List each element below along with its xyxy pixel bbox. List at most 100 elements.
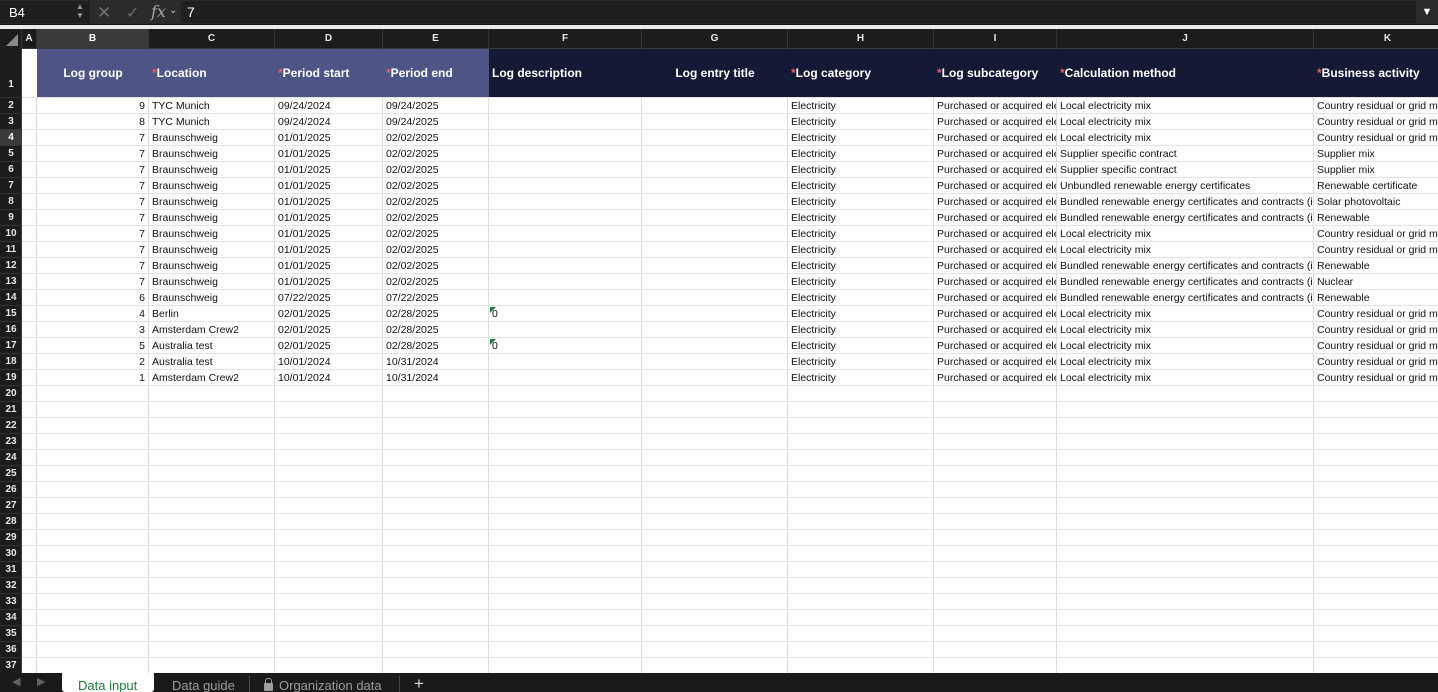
cell-end[interactable]: 02/02/2025 — [383, 274, 488, 290]
error-indicator-icon[interactable] — [490, 339, 496, 345]
cell-method[interactable]: Bundled renewable energy certificates an… — [1057, 194, 1313, 210]
cell-end[interactable]: 02/28/2025 — [383, 322, 488, 338]
cell-start[interactable]: 01/01/2025 — [275, 178, 382, 194]
sheet-grid[interactable]: Log group *Location *Period start *Period e… — [22, 49, 1438, 673]
cell-start[interactable]: 09/24/2024 — [275, 98, 382, 114]
cell-activity[interactable]: Renewable — [1314, 258, 1438, 274]
cell-description[interactable] — [489, 258, 641, 274]
cell-activity[interactable]: Country residual or grid mix — [1314, 370, 1438, 386]
cell-category[interactable]: Electricity — [788, 210, 933, 226]
row-header[interactable]: 35 — [0, 626, 22, 642]
row-header[interactable]: 18 — [0, 354, 22, 370]
tab-data-input[interactable]: Data input — [62, 673, 154, 692]
cell-method[interactable]: Unbundled renewable energy certificates — [1057, 178, 1313, 194]
cell-start[interactable]: 01/01/2025 — [275, 162, 382, 178]
cell-start[interactable]: 02/01/2025 — [275, 338, 382, 354]
cell-start[interactable]: 10/01/2024 — [275, 354, 382, 370]
row-header[interactable]: 23 — [0, 434, 22, 450]
cell-location[interactable]: Braunschweig — [149, 242, 274, 258]
cell-group[interactable]: 7 — [37, 226, 148, 242]
cell-start[interactable]: 02/01/2025 — [275, 322, 382, 338]
header-cell-d[interactable]: *Period start — [275, 49, 383, 98]
cell-group[interactable]: 4 — [37, 306, 148, 322]
cell-end[interactable]: 02/02/2025 — [383, 258, 488, 274]
row-header[interactable]: 32 — [0, 578, 22, 594]
row-header[interactable]: 2 — [0, 98, 22, 114]
cell-end[interactable]: 02/02/2025 — [383, 178, 488, 194]
error-indicator-icon[interactable] — [490, 307, 496, 313]
cell-group[interactable]: 7 — [37, 178, 148, 194]
row-header[interactable]: 12 — [0, 258, 22, 274]
cell-subcategory[interactable]: Purchased or acquired electricity — [934, 146, 1056, 162]
cell-location[interactable]: Braunschweig — [149, 146, 274, 162]
cell-group[interactable]: 5 — [37, 338, 148, 354]
cell-category[interactable]: Electricity — [788, 274, 933, 290]
cell-description[interactable] — [489, 274, 641, 290]
row-header[interactable]: 34 — [0, 610, 22, 626]
formula-input[interactable]: 7 — [181, 1, 1416, 23]
cell-subcategory[interactable]: Purchased or acquired electricity — [934, 370, 1056, 386]
header-cell-b[interactable]: Log group — [37, 49, 149, 98]
cell-location[interactable]: Braunschweig — [149, 290, 274, 306]
cell-location[interactable]: Braunschweig — [149, 162, 274, 178]
cell-category[interactable]: Electricity — [788, 194, 933, 210]
cell-method[interactable]: Bundled renewable energy certificates an… — [1057, 210, 1313, 226]
column-header-d[interactable]: D — [275, 29, 383, 49]
cell-group[interactable]: 9 — [37, 98, 148, 114]
cell-activity[interactable]: Supplier mix — [1314, 146, 1438, 162]
cell-method[interactable]: Local electricity mix — [1057, 114, 1313, 130]
tab-data-guide[interactable]: Data guide — [164, 673, 243, 692]
cell-activity[interactable]: Country residual or grid mix — [1314, 354, 1438, 370]
cell-start[interactable]: 01/01/2025 — [275, 226, 382, 242]
cell-group[interactable]: 7 — [37, 242, 148, 258]
name-box[interactable]: B4 ▲ ▼ — [0, 1, 90, 23]
cell-activity[interactable]: Country residual or grid mix — [1314, 226, 1438, 242]
header-cell-g[interactable]: Log entry title — [642, 49, 788, 98]
cell-subcategory[interactable]: Purchased or acquired electricity — [934, 210, 1056, 226]
cell-description[interactable]: 0 — [489, 306, 641, 322]
cell-category[interactable]: Electricity — [788, 322, 933, 338]
cell-method[interactable]: Bundled renewable energy certificates an… — [1057, 274, 1313, 290]
cell-category[interactable]: Electricity — [788, 258, 933, 274]
cell-group[interactable]: 7 — [37, 146, 148, 162]
cell-subcategory[interactable]: Purchased or acquired electricity — [934, 194, 1056, 210]
cell-location[interactable]: Amsterdam Crew2 — [149, 322, 274, 338]
cell-end[interactable]: 02/02/2025 — [383, 242, 488, 258]
header-cell-f[interactable]: Log description — [489, 49, 642, 98]
cell-activity[interactable]: Country residual or grid mix — [1314, 322, 1438, 338]
cell-group[interactable]: 7 — [37, 210, 148, 226]
cell-activity[interactable]: Nuclear — [1314, 274, 1438, 290]
add-sheet-button[interactable]: + — [409, 673, 429, 692]
cell-location[interactable]: Braunschweig — [149, 178, 274, 194]
cell-group[interactable]: 2 — [37, 354, 148, 370]
row-header[interactable]: 8 — [0, 194, 22, 210]
row-header[interactable]: 5 — [0, 146, 22, 162]
cell-subcategory[interactable]: Purchased or acquired electricity — [934, 274, 1056, 290]
row-header[interactable]: 15 — [0, 306, 22, 322]
header-cell-c[interactable]: *Location — [149, 49, 275, 98]
cell-method[interactable]: Local electricity mix — [1057, 226, 1313, 242]
cell-activity[interactable]: Renewable certificate — [1314, 178, 1438, 194]
scroll-tabs-left-icon[interactable]: ◀ — [12, 675, 20, 688]
column-header-k[interactable]: K — [1314, 29, 1438, 49]
cell-end[interactable]: 10/31/2024 — [383, 354, 488, 370]
cell-category[interactable]: Electricity — [788, 178, 933, 194]
column-header-f[interactable]: F — [489, 29, 642, 49]
cell-method[interactable]: Local electricity mix — [1057, 242, 1313, 258]
cell-location[interactable]: Amsterdam Crew2 — [149, 370, 274, 386]
header-cell-i[interactable]: *Log subcategory — [934, 49, 1057, 98]
cell-group[interactable]: 7 — [37, 274, 148, 290]
cell-method[interactable]: Local electricity mix — [1057, 370, 1313, 386]
column-header-i[interactable]: I — [934, 29, 1057, 49]
cell-subcategory[interactable]: Purchased or acquired electricity — [934, 354, 1056, 370]
column-header-a[interactable]: A — [22, 29, 37, 49]
cell-start[interactable]: 01/01/2025 — [275, 242, 382, 258]
row-header[interactable]: 7 — [0, 178, 22, 194]
cell-start[interactable]: 10/01/2024 — [275, 370, 382, 386]
row-header[interactable]: 13 — [0, 274, 22, 290]
cell-location[interactable]: Braunschweig — [149, 226, 274, 242]
header-cell-e[interactable]: *Period end — [383, 49, 489, 98]
row-header[interactable]: 10 — [0, 226, 22, 242]
row-header[interactable]: 9 — [0, 210, 22, 226]
cell-activity[interactable]: Country residual or grid mix — [1314, 98, 1438, 114]
